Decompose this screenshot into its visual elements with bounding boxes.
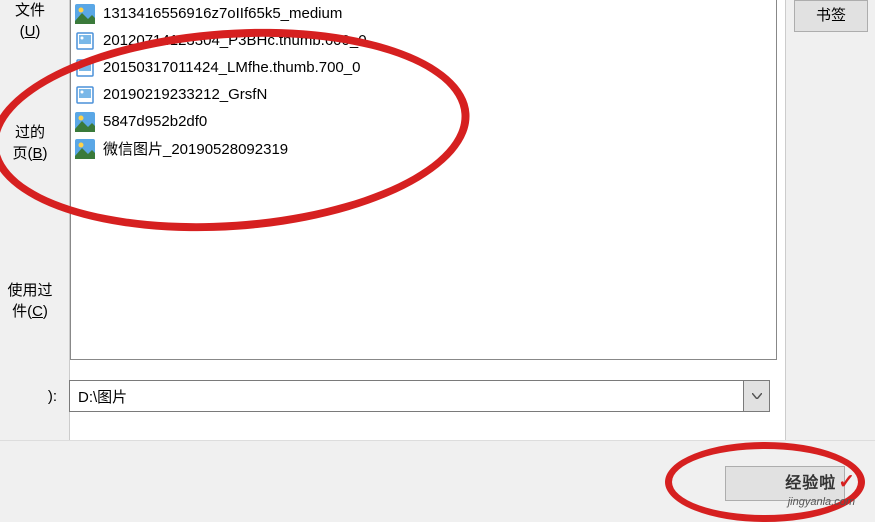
watermark-logo: 经验啦✓ xyxy=(785,469,855,494)
file-item[interactable]: 微信图片_20190528092319 xyxy=(71,135,776,162)
image-icon xyxy=(73,137,97,161)
path-input[interactable] xyxy=(70,381,743,411)
file-name: 20120714123304_P3BHc.thumb.600_0 xyxy=(103,32,367,49)
dropdown-button[interactable] xyxy=(743,381,769,411)
image-icon xyxy=(73,29,97,53)
file-item[interactable]: 5847d952b2df0 xyxy=(71,108,776,135)
file-name: 5847d952b2df0 xyxy=(103,113,207,130)
bookmark-button[interactable]: 书签 xyxy=(794,0,868,32)
image-icon xyxy=(73,56,97,80)
right-sidebar: 书签 xyxy=(785,0,875,460)
file-name: 20150317011424_LMfhe.thumb.700_0 xyxy=(103,59,360,76)
file-list-panel[interactable]: 1313416556916z7oIIf65k5_medium 201207141… xyxy=(70,0,777,360)
watermark-url: jingyanla.com xyxy=(788,496,855,508)
sidebar-label-file: 文件 (U) xyxy=(0,0,60,42)
image-icon xyxy=(73,110,97,134)
image-icon xyxy=(73,2,97,26)
file-name: 20190219233212_GrsfN xyxy=(103,86,267,103)
file-name: 微信图片_20190528092319 xyxy=(103,138,288,159)
file-item[interactable]: 20120714123304_P3BHc.thumb.600_0 xyxy=(71,27,776,54)
file-item[interactable]: 20150317011424_LMfhe.thumb.700_0 xyxy=(71,54,776,81)
path-row: ): xyxy=(0,380,780,412)
file-item[interactable]: 20190219233212_GrsfN xyxy=(71,81,776,108)
file-name: 1313416556916z7oIIf65k5_medium xyxy=(103,5,342,22)
check-icon: ✓ xyxy=(838,469,855,494)
sidebar-label-recent-files: 使用过 件(C) xyxy=(0,280,60,322)
image-icon xyxy=(73,83,97,107)
bottom-bar xyxy=(0,440,875,522)
sidebar-label-recent-pages: 过的 页(B) xyxy=(0,122,60,164)
file-item[interactable]: 1313416556916z7oIIf65k5_medium xyxy=(71,0,776,27)
path-combobox[interactable] xyxy=(69,380,770,412)
path-label: ): xyxy=(0,388,65,405)
chevron-down-icon xyxy=(752,393,762,399)
